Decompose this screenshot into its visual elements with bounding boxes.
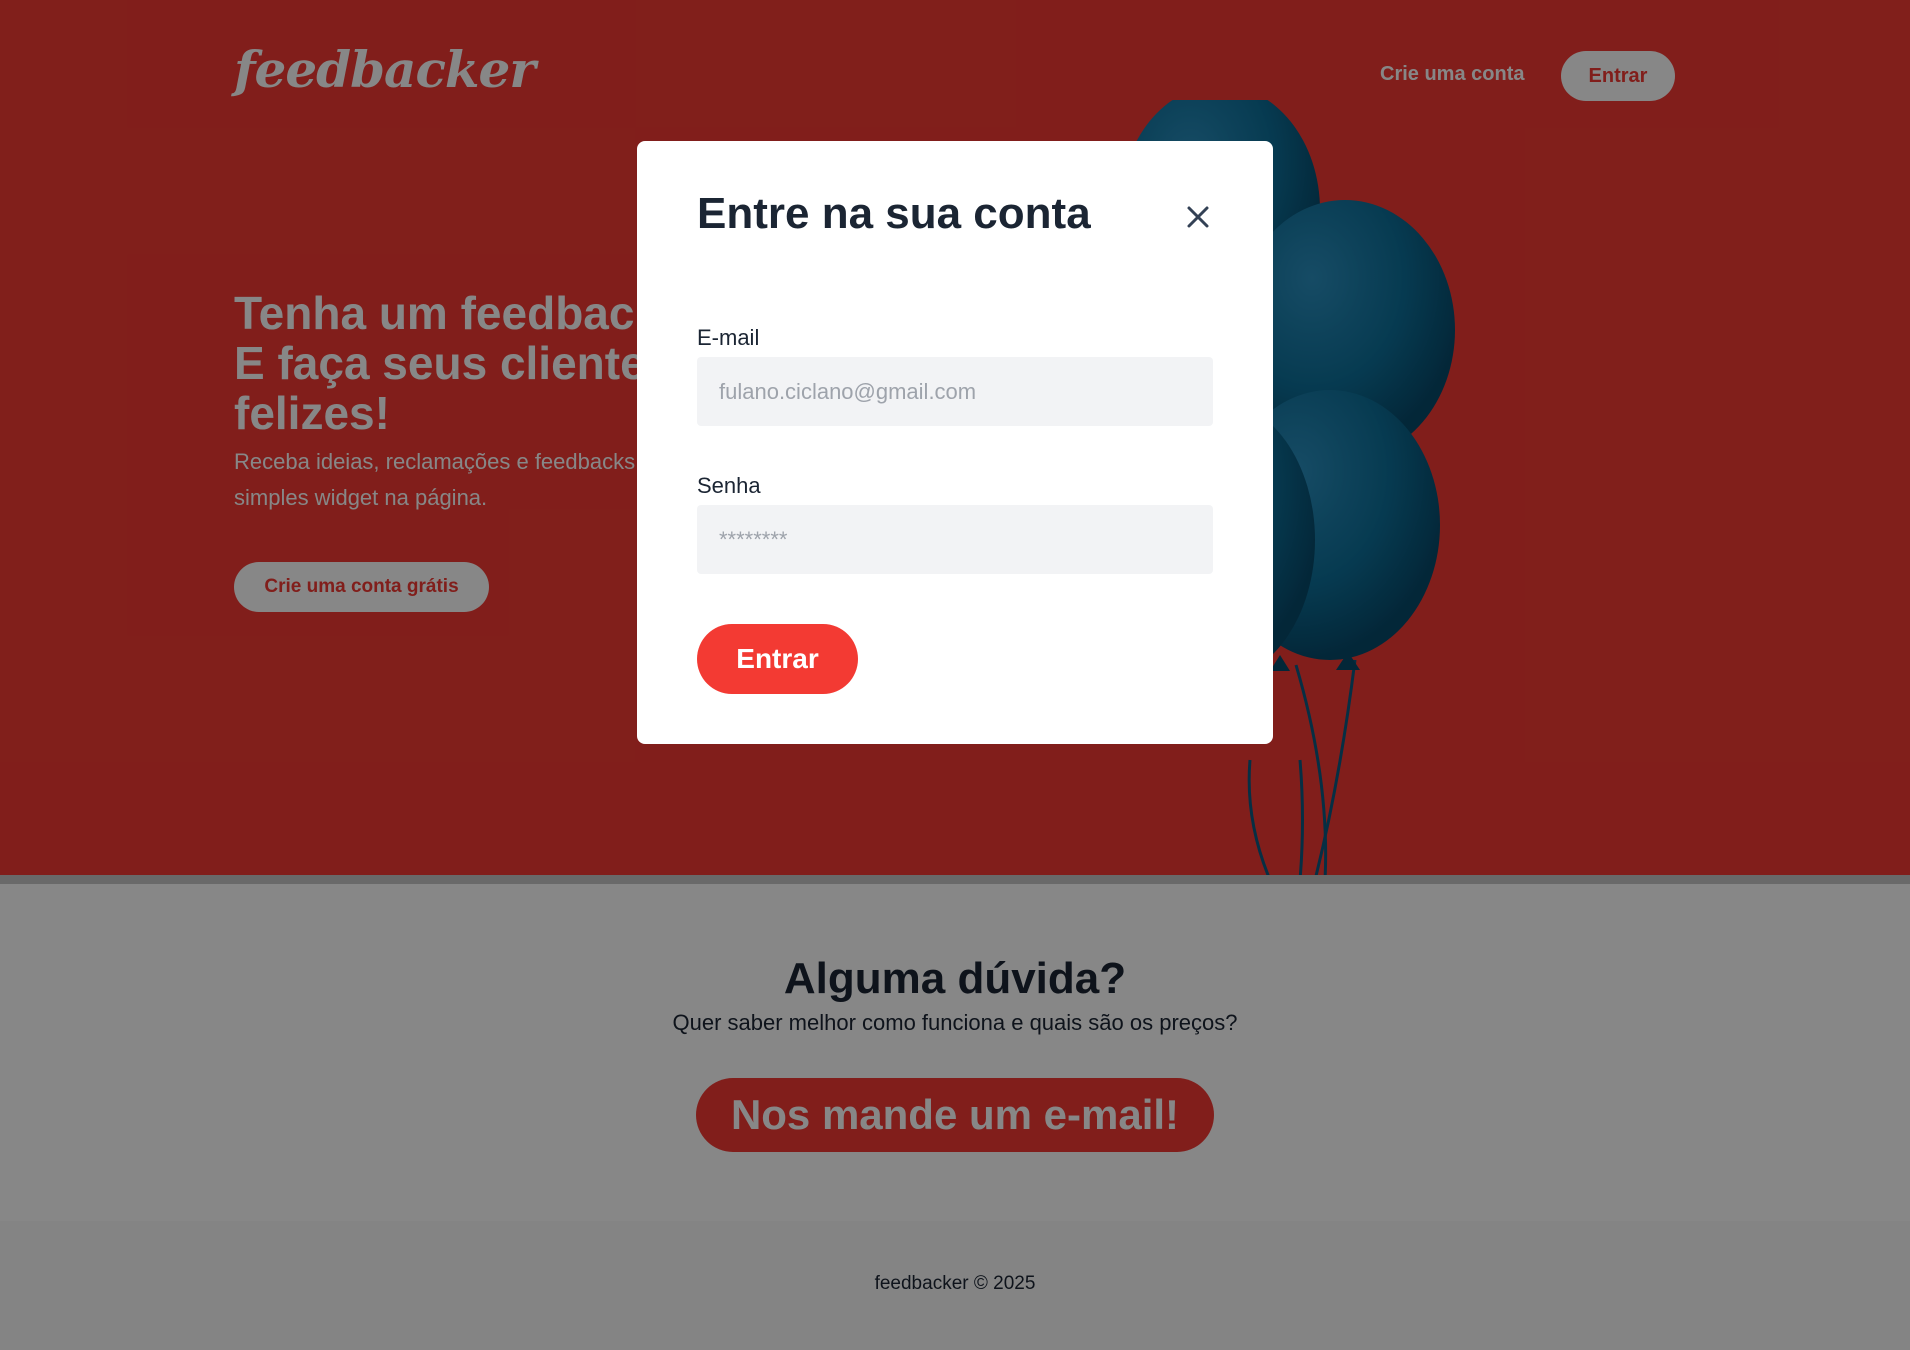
email-label: E-mail <box>697 325 760 350</box>
email-field[interactable] <box>697 357 1213 426</box>
submit-login-button[interactable]: Entrar <box>697 624 858 694</box>
login-modal: Entre na sua conta E-mail Senha Entrar <box>637 141 1273 744</box>
close-icon <box>1187 206 1209 228</box>
close-button[interactable] <box>1184 203 1212 231</box>
modal-title: Entre na sua conta <box>697 189 1091 238</box>
password-label: Senha <box>697 473 761 498</box>
password-field[interactable] <box>697 505 1213 574</box>
